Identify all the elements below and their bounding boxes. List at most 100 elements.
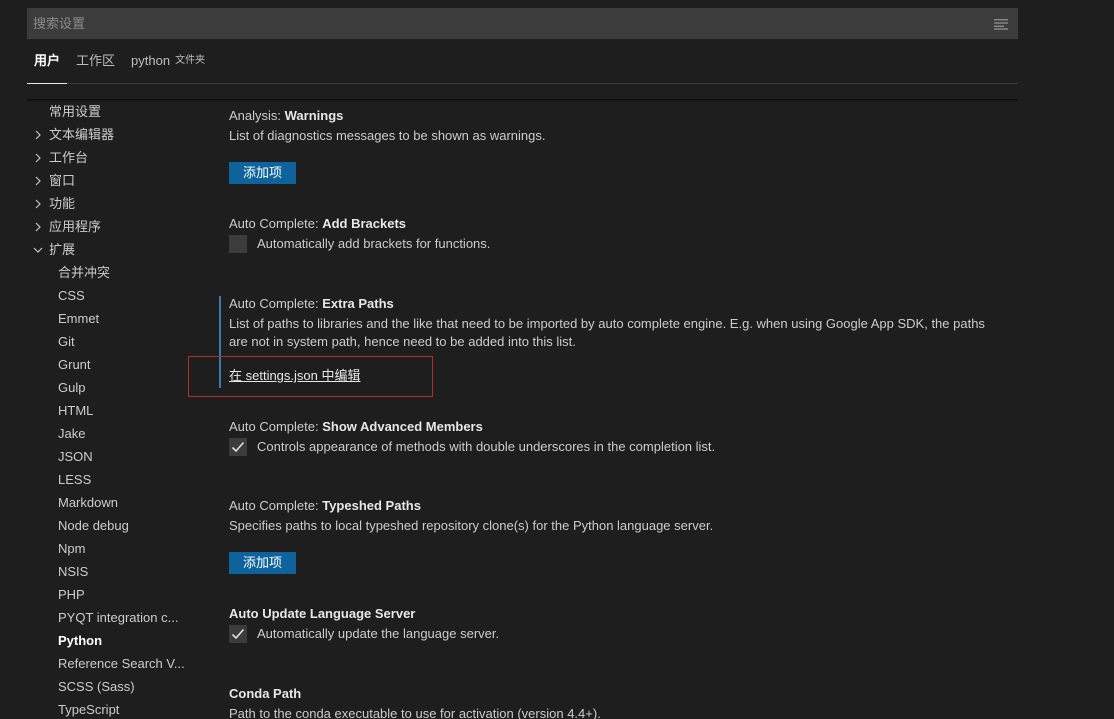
toc-item-label: TypeScript <box>58 702 120 717</box>
setting-category: Auto Complete: <box>229 296 323 311</box>
toc-item-merge-conflict[interactable]: 合并冲突 <box>27 261 197 284</box>
setting-category: Auto Complete: <box>229 419 323 434</box>
setting-title: Auto Update Language Server <box>229 605 1019 623</box>
tab-workspace[interactable]: 工作区 <box>69 52 122 83</box>
toc-item-text-editor[interactable]: 文本编辑器 <box>27 123 197 146</box>
toc-item-label: 工作台 <box>49 150 89 165</box>
show-advanced-members-checkbox[interactable] <box>229 438 247 456</box>
setting-show-advanced-members: Auto Complete: Show Advanced Members Con… <box>229 418 1019 456</box>
toc-item-common[interactable]: 常用设置 <box>27 100 197 123</box>
tab-folder-sublabel: 文件夹 <box>175 55 206 66</box>
toc-item-workbench[interactable]: 工作台 <box>27 146 197 169</box>
add-brackets-checkbox[interactable] <box>229 235 247 253</box>
toc-item-features[interactable]: 功能 <box>27 192 197 215</box>
setting-category: Auto Complete: <box>229 498 323 513</box>
setting-name: Typeshed Paths <box>322 498 421 513</box>
toc-item-label: Python <box>58 633 103 648</box>
setting-description: List of diagnostics messages to be shown… <box>229 128 546 143</box>
checkbox-row: Controls appearance of methods with doub… <box>229 438 1019 456</box>
chevron-right-icon <box>32 215 44 238</box>
toc-item-label: Emmet <box>58 311 100 326</box>
toc-item-label: LESS <box>58 472 92 487</box>
toc-item-python[interactable]: Python <box>27 629 197 652</box>
toc-item-node-debug[interactable]: Node debug <box>27 514 197 537</box>
setting-auto-update-language-server: Auto Update Language Server Automaticall… <box>229 605 1019 643</box>
setting-analysis-warnings: Analysis: Warnings List of diagnostics m… <box>229 107 1019 184</box>
toc-item-emmet[interactable]: Emmet <box>27 307 197 330</box>
toc-item-application[interactable]: 应用程序 <box>27 215 197 238</box>
checkmark-icon <box>231 441 245 453</box>
setting-category: Auto Complete: <box>229 216 323 231</box>
settings-list: Analysis: Warnings List of diagnostics m… <box>229 0 1019 719</box>
setting-typeshed-paths: Auto Complete: Typeshed Paths Specifies … <box>229 497 1019 574</box>
toc-item-npm[interactable]: Npm <box>27 537 197 560</box>
toc-item-label: SCSS (Sass) <box>58 679 135 694</box>
toc-item-label: 扩展 <box>49 242 76 257</box>
toc-item-less[interactable]: LESS <box>27 468 197 491</box>
tab-workspace-label: 工作区 <box>76 53 116 68</box>
toc-item-gulp[interactable]: Gulp <box>27 376 197 399</box>
toc-item-label: HTML <box>58 403 94 418</box>
toc-item-json[interactable]: JSON <box>27 445 197 468</box>
settings-toc-tree: 常用设置 文本编辑器 工作台 窗口 功能 应用程序 扩展 合并冲突 CSS Em… <box>27 100 197 719</box>
setting-name: Conda Path <box>229 686 302 701</box>
toc-item-label: 合并冲突 <box>58 265 111 280</box>
tab-folder-python[interactable]: python 文件夹 <box>124 52 212 83</box>
setting-title: Auto Complete: Show Advanced Members <box>229 418 1019 436</box>
tab-user[interactable]: 用户 <box>27 52 68 84</box>
toc-item-label: Grunt <box>58 357 91 372</box>
toc-item-git[interactable]: Git <box>27 330 197 353</box>
toc-item-label: 应用程序 <box>49 219 102 234</box>
setting-name: Show Advanced Members <box>322 419 483 434</box>
toc-item-php[interactable]: PHP <box>27 583 197 606</box>
toc-item-label: CSS <box>58 288 85 303</box>
toc-item-label: NSIS <box>58 564 89 579</box>
tab-user-label: 用户 <box>34 53 61 68</box>
toc-item-scss[interactable]: SCSS (Sass) <box>27 675 197 698</box>
toc-item-grunt[interactable]: Grunt <box>27 353 197 376</box>
setting-description: List of paths to libraries and the like … <box>229 316 985 331</box>
chevron-right-icon <box>32 169 44 192</box>
settings-editor: 用户 工作区 python 文件夹 常用设置 文本编辑器 工作台 窗口 功能 应… <box>0 0 1114 719</box>
setting-name: Auto Update Language Server <box>229 606 416 621</box>
toc-item-css[interactable]: CSS <box>27 284 197 307</box>
setting-description: Automatically add brackets for functions… <box>257 236 491 251</box>
setting-title: Analysis: Warnings <box>229 107 1019 125</box>
toc-item-label: Reference Search V... <box>58 656 185 671</box>
toc-item-label: Gulp <box>58 380 86 395</box>
toc-item-label: 窗口 <box>49 173 76 188</box>
toc-item-typescript[interactable]: TypeScript <box>27 698 197 719</box>
toc-item-html[interactable]: HTML <box>27 399 197 422</box>
toc-item-pyqt[interactable]: PYQT integration c... <box>27 606 197 629</box>
toc-item-label: 功能 <box>49 196 76 211</box>
toc-item-label: Markdown <box>58 495 118 510</box>
setting-description: Path to the conda executable to use for … <box>229 706 601 719</box>
toc-item-label: Jake <box>58 426 86 441</box>
setting-description: Controls appearance of methods with doub… <box>257 439 716 454</box>
toc-item-label: Git <box>58 334 75 349</box>
checkmark-icon <box>231 628 245 640</box>
toc-item-window[interactable]: 窗口 <box>27 169 197 192</box>
toc-item-label: JSON <box>58 449 93 464</box>
chevron-right-icon <box>32 146 44 169</box>
toc-item-jake[interactable]: Jake <box>27 422 197 445</box>
toc-item-extensions[interactable]: 扩展 <box>27 238 197 261</box>
tab-folder-label: python <box>131 53 171 68</box>
setting-extra-paths: Auto Complete: Extra Paths List of paths… <box>229 295 1019 385</box>
toc-item-markdown[interactable]: Markdown <box>27 491 197 514</box>
chevron-right-icon <box>32 123 44 146</box>
toc-item-label: 常用设置 <box>49 104 102 119</box>
add-item-button[interactable]: 添加项 <box>229 552 297 574</box>
setting-title: Auto Complete: Typeshed Paths <box>229 497 1019 515</box>
setting-add-brackets: Auto Complete: Add Brackets Automaticall… <box>229 215 1019 253</box>
setting-title: Conda Path <box>229 685 1019 703</box>
checkbox-row: Automatically update the language server… <box>229 625 1019 643</box>
chevron-right-icon <box>32 192 44 215</box>
setting-title: Auto Complete: Add Brackets <box>229 215 1019 233</box>
add-item-button[interactable]: 添加项 <box>229 162 297 184</box>
toc-item-nsis[interactable]: NSIS <box>27 560 197 583</box>
toc-item-reference-search[interactable]: Reference Search V... <box>27 652 197 675</box>
toc-item-label: PHP <box>58 587 85 602</box>
auto-update-checkbox[interactable] <box>229 625 247 643</box>
edit-in-settings-json-link[interactable]: 在 settings.json 中编辑 <box>229 365 361 384</box>
